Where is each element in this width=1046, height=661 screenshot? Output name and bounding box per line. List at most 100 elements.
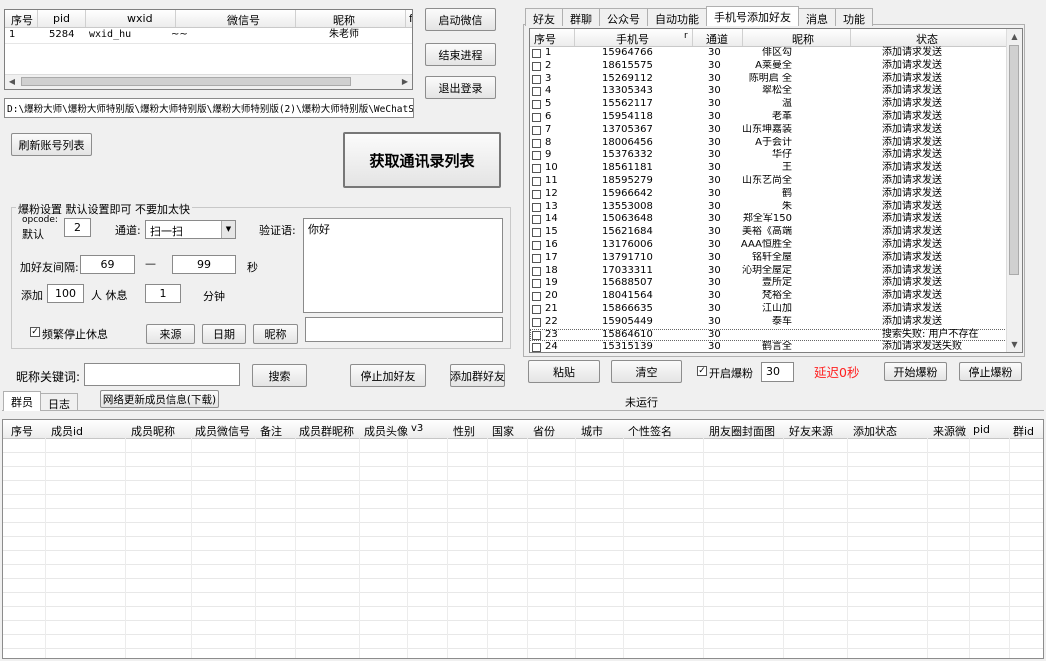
- logout-button[interactable]: 退出登录: [425, 76, 496, 99]
- search-button[interactable]: 搜索: [252, 364, 307, 387]
- table-row[interactable]: 10 18561181 30 王添加请求发送: [530, 162, 1007, 175]
- row-checkbox[interactable]: [532, 228, 541, 238]
- row-checkbox[interactable]: [532, 100, 541, 110]
- account-row[interactable]: 1 5284 wxid_hu ~~ 朱老师: [5, 29, 412, 44]
- channel-select[interactable]: 扫一扫 ▼: [145, 220, 236, 239]
- row-checkbox[interactable]: [532, 125, 541, 135]
- row-checkbox[interactable]: [532, 87, 541, 97]
- table-row[interactable]: 23 15864610 30 搜索失败: 用户不存在: [530, 328, 1007, 342]
- tab-log[interactable]: 日志: [40, 393, 78, 411]
- table-row[interactable]: 15 15621684 30 美裕《高端 添加请求发送: [530, 226, 1007, 239]
- scroll-up-icon[interactable]: ▲: [1007, 29, 1022, 44]
- row-checkbox[interactable]: [532, 253, 541, 263]
- end-process-button[interactable]: 结束进程: [425, 43, 496, 66]
- phone-table-vscroll[interactable]: ▲ ▼: [1006, 29, 1022, 352]
- stop-add-friend-button[interactable]: 停止加好友: [350, 364, 426, 387]
- table-row[interactable]: 21 15866635 30 江山加 添加请求发送: [530, 303, 1007, 316]
- auto-fan-input[interactable]: 30: [761, 362, 794, 382]
- row-checkbox[interactable]: [532, 330, 541, 340]
- table-row[interactable]: 7 13705367 30 山东坤嘉装 添加请求发送: [530, 124, 1007, 137]
- table-row[interactable]: 16 13176006 30 AAA恒胜全 添加请求发送: [530, 239, 1007, 252]
- row-checkbox[interactable]: [532, 279, 541, 289]
- table-row[interactable]: 11 18595279 30 山东艺尚全 添加请求发送: [530, 175, 1007, 188]
- row-checkbox[interactable]: [532, 74, 541, 84]
- row-checkbox[interactable]: [532, 138, 541, 148]
- table-row[interactable]: 12 15966642 30 鹤添加请求发送: [530, 188, 1007, 201]
- chevron-down-icon[interactable]: ▼: [221, 221, 235, 238]
- row-checkbox[interactable]: [532, 266, 541, 276]
- row-checkbox[interactable]: [532, 241, 541, 250]
- tab-official[interactable]: 公众号: [599, 8, 648, 26]
- extra-input[interactable]: [305, 317, 503, 342]
- table-row[interactable]: 13 13553008 30 朱添加请求发送: [530, 201, 1007, 214]
- path-field[interactable]: D:\爆粉大师\爆粉大师特别版\爆粉大师特别版\爆粉大师特别版(2)\爆粉大师特…: [4, 98, 414, 118]
- row-checkbox[interactable]: [532, 189, 541, 199]
- opcode-input[interactable]: 2: [64, 218, 91, 237]
- table-row[interactable]: 18 17033311 30 沁玥全屋定 添加请求发送: [530, 265, 1007, 278]
- row-checkbox[interactable]: [532, 113, 541, 122]
- add-group-friend-button[interactable]: 添加群好友: [450, 364, 505, 387]
- row-checkbox[interactable]: [532, 215, 541, 225]
- main-window: 序号 pid wxid 微信号 昵称 fi 1 5284 wxid_hu ~~ …: [0, 0, 1046, 661]
- date-button[interactable]: 日期: [202, 324, 246, 344]
- row-checkbox[interactable]: [532, 202, 541, 212]
- row-checkbox[interactable]: [532, 61, 541, 71]
- paste-button[interactable]: 粘贴: [528, 360, 600, 383]
- account-table-hscroll[interactable]: ◀ ▶: [5, 74, 412, 89]
- nickname-button[interactable]: 昵称: [253, 324, 298, 344]
- table-row[interactable]: 14 15063648 30 郑全军150 添加请求发送: [530, 213, 1007, 226]
- add-count-input[interactable]: 100: [47, 284, 84, 303]
- tab-functions[interactable]: 功能: [835, 8, 873, 26]
- interval-max-input[interactable]: 99: [172, 255, 236, 274]
- scroll-thumb[interactable]: [1009, 45, 1019, 275]
- tab-phone-add[interactable]: 手机号添加好友: [706, 6, 799, 26]
- tab-members[interactable]: 群员: [3, 391, 41, 411]
- stop-fan-button[interactable]: 停止爆粉: [959, 362, 1022, 381]
- table-row[interactable]: 2 18615575 30 A莱曼全 添加请求发送: [530, 60, 1007, 73]
- tab-auto[interactable]: 自动功能: [647, 8, 707, 26]
- tab-friends[interactable]: 好友: [525, 8, 563, 26]
- row-checkbox[interactable]: [532, 292, 541, 302]
- start-wechat-button[interactable]: 启动微信: [425, 8, 496, 31]
- account-table[interactable]: 序号 pid wxid 微信号 昵称 fi 1 5284 wxid_hu ~~ …: [4, 9, 413, 90]
- table-row[interactable]: 4 13305343 30 翠松全 添加请求发送: [530, 85, 1007, 98]
- table-row[interactable]: 6 15954118 30 老革 添加请求发送: [530, 111, 1007, 124]
- row-checkbox[interactable]: [532, 343, 541, 352]
- auto-fan-checkbox[interactable]: ✓: [697, 366, 707, 376]
- table-row[interactable]: 9 15376332 30 华仔 添加请求发送: [530, 149, 1007, 162]
- row-checkbox[interactable]: [532, 164, 541, 174]
- table-row[interactable]: 17 13791710 30 铭轩全屋 添加请求发送: [530, 252, 1007, 265]
- row-checkbox[interactable]: [532, 305, 541, 314]
- phone-table[interactable]: 序号 手机号 r 通道 昵称 状态 1 15964766 30 俳区勾 添加请求发送 2 1…: [529, 28, 1023, 353]
- get-contacts-button[interactable]: 获取通讯录列表: [343, 132, 501, 188]
- table-row[interactable]: 22 15905449 30 泰车 添加请求发送: [530, 316, 1007, 329]
- scroll-thumb[interactable]: [21, 77, 351, 86]
- scroll-right-icon[interactable]: ▶: [398, 75, 412, 89]
- row-checkbox[interactable]: [532, 317, 541, 327]
- row-checkbox[interactable]: [532, 49, 541, 58]
- scroll-left-icon[interactable]: ◀: [5, 75, 19, 89]
- table-row[interactable]: 8 18006456 30 A于会计 添加请求发送: [530, 137, 1007, 150]
- start-fan-button[interactable]: 开始爆粉: [884, 362, 947, 381]
- refresh-accounts-button[interactable]: 刷新账号列表: [11, 133, 92, 156]
- table-row[interactable]: 1 15964766 30 俳区勾 添加请求发送: [530, 47, 1007, 60]
- source-button[interactable]: 来源: [146, 324, 195, 344]
- table-row[interactable]: 3 15269112 30 陈明启 全添加请求发送: [530, 73, 1007, 86]
- clear-button[interactable]: 清空: [611, 360, 682, 383]
- table-row[interactable]: 24 15315139 30 鹤言全 添加请求发送失败: [530, 341, 1007, 352]
- scroll-down-icon[interactable]: ▼: [1007, 337, 1022, 352]
- tab-messages[interactable]: 消息: [798, 8, 836, 26]
- keyword-input[interactable]: [84, 363, 240, 386]
- verify-textarea[interactable]: 你好: [303, 218, 503, 313]
- table-row[interactable]: 5 15562117 30 温添加请求发送: [530, 98, 1007, 111]
- tab-groups[interactable]: 群聊: [562, 8, 600, 26]
- row-checkbox[interactable]: [532, 177, 541, 186]
- row-checkbox[interactable]: [532, 151, 541, 161]
- table-row[interactable]: 19 15688507 30 壹所定 添加请求发送: [530, 277, 1007, 290]
- member-table[interactable]: 序号 成员id 成员昵称 成员微信号 备注 成员群昵称 成员头像 v3 性别 国…: [2, 419, 1044, 659]
- interval-min-input[interactable]: 69: [80, 255, 135, 274]
- frequent-rest-checkbox[interactable]: ✓: [30, 327, 40, 337]
- rest-input[interactable]: 1: [145, 284, 181, 303]
- table-row[interactable]: 20 18041564 30 梵裕全 添加请求发送: [530, 290, 1007, 303]
- download-members-button[interactable]: 网络更新成员信息(下载): [100, 390, 219, 408]
